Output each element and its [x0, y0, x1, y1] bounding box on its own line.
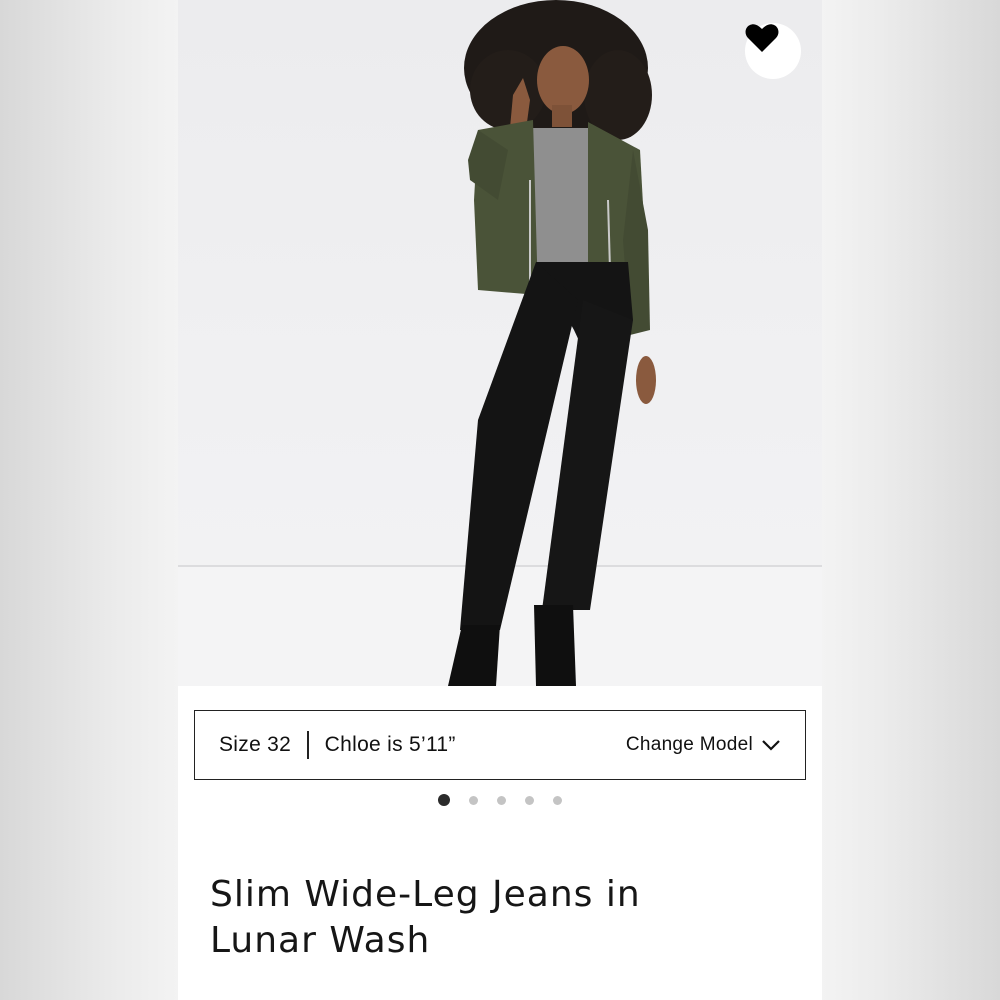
product-title: Slim Wide-Leg Jeans in Lunar Wash [210, 872, 710, 964]
chevron-down-icon [762, 740, 780, 751]
carousel-dot[interactable] [553, 795, 562, 805]
model-size-bar: Size 32 Chloe is 5’11” Change Model [194, 710, 806, 780]
model-photo [178, 0, 822, 686]
model-size-label: Size 32 [219, 733, 292, 756]
carousel-dot[interactable] [525, 795, 534, 805]
favorite-button[interactable] [745, 23, 801, 79]
product-title-line1: Slim Wide-Leg Jeans in [210, 874, 641, 915]
carousel-dot[interactable] [438, 794, 450, 806]
carousel-dot[interactable] [497, 795, 506, 805]
change-model-label: Change Model [625, 734, 753, 755]
change-model-button[interactable]: Change Model [626, 734, 781, 756]
carousel-dot[interactable] [469, 795, 478, 805]
carousel-indicator [178, 793, 822, 807]
product-card: Size 32 Chloe is 5’11” Change Model Slim… [178, 0, 822, 1000]
divider [307, 731, 309, 759]
heart-icon [745, 24, 779, 52]
product-title-line2: Lunar Wash [210, 920, 431, 961]
product-image[interactable] [178, 0, 822, 686]
model-height-label: Chloe is 5’11” [324, 733, 456, 756]
